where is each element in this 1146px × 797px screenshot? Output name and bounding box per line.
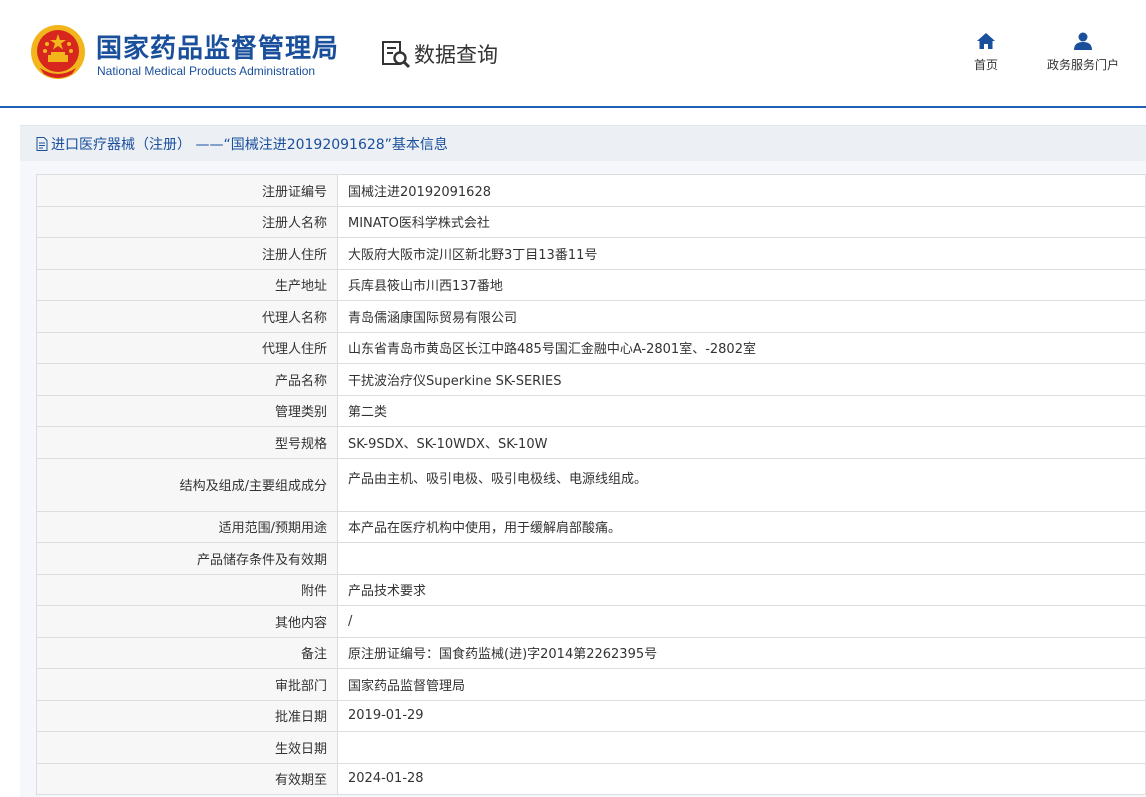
field-label: 附件 [36, 573, 338, 606]
table-row: 生产地址 兵库县筱山市川西137番地 [36, 268, 1146, 301]
field-value: / [337, 605, 1146, 638]
field-label: 生产地址 [36, 268, 338, 301]
document-icon [36, 136, 48, 151]
field-value: 兵库县筱山市川西137番地 [337, 268, 1146, 301]
national-emblem-icon[interactable] [30, 24, 86, 80]
field-label: 产品储存条件及有效期 [36, 542, 338, 575]
field-value: 2024-01-28 [337, 762, 1146, 795]
field-value: SK-9SDX、SK-10WDX、SK-10W [337, 426, 1146, 459]
field-label: 生效日期 [36, 731, 338, 764]
field-label: 适用范围/预期用途 [36, 510, 338, 543]
field-value: 大阪府大阪市淀川区新北野3丁目13番11号 [337, 237, 1146, 270]
field-value [337, 731, 1146, 764]
site-logo-subtitle[interactable]: National Medical Products Administration [97, 64, 315, 78]
field-label: 代理人住所 [36, 331, 338, 364]
field-label: 型号规格 [36, 426, 338, 459]
data-query-label: 数据查询 [414, 43, 498, 67]
table-row: 附件 产品技术要求 [36, 573, 1146, 606]
table-row: 产品储存条件及有效期 [36, 542, 1146, 575]
user-icon [1074, 32, 1092, 50]
site-logo-title[interactable]: 国家药品监督管理局 [96, 28, 339, 65]
detail-table: 注册证编号 国械注进20192091628 注册人名称 MINATO医科学株式会社 … [36, 174, 1146, 795]
page-title: 进口医疗器械（注册） ——“国械注进20192091628”基本信息 [51, 136, 448, 153]
field-label: 注册人住所 [36, 237, 338, 270]
field-value: 国家药品监督管理局 [337, 668, 1146, 701]
document-search-icon [382, 41, 411, 69]
table-row: 注册人住所 大阪府大阪市淀川区新北野3丁目13番11号 [36, 237, 1146, 270]
table-row: 代理人住所 山东省青岛市黄岛区长江中路485号国汇金融中心A-2801室、-280… [36, 331, 1146, 364]
nav-service-label: 政务服务门户 [1046, 58, 1119, 72]
field-label: 代理人名称 [36, 300, 338, 333]
table-row: 有效期至 2024-01-28 [36, 762, 1146, 795]
table-row: 审批部门 国家药品监督管理局 [36, 668, 1146, 701]
field-label: 结构及组成/主要组成成分 [36, 457, 338, 512]
field-label: 其他内容 [36, 605, 338, 638]
field-value: 原注册证编号：国食药监械(进)字2014第2262395号 [337, 636, 1146, 669]
field-label: 审批部门 [36, 668, 338, 701]
table-row: 管理类别 第二类 [36, 394, 1146, 427]
nav-service-portal[interactable]: 政务服务门户 [1038, 32, 1128, 73]
nav-home[interactable]: 首页 [966, 32, 1006, 73]
field-label: 有效期至 [36, 762, 338, 795]
field-value: 山东省青岛市黄岛区长江中路485号国汇金融中心A-2801室、-2802室 [337, 331, 1146, 364]
header-divider [0, 106, 1146, 108]
field-value: 产品由主机、吸引电极、吸引电极线、电源线组成。 [337, 457, 1146, 512]
nav-home-label: 首页 [973, 58, 998, 72]
table-row: 产品名称 干扰波治疗仪Superkine SK-SERIES [36, 363, 1146, 396]
table-row: 批准日期 2019-01-29 [36, 699, 1146, 732]
table-row: 其他内容 / [36, 605, 1146, 638]
table-row: 注册证编号 国械注进20192091628 [36, 174, 1146, 207]
table-row: 生效日期 [36, 731, 1146, 764]
field-value: 2019-01-29 [337, 699, 1146, 732]
page-title-bar: 进口医疗器械（注册） ——“国械注进20192091628”基本信息 [20, 125, 1146, 161]
field-value: 本产品在医疗机构中使用，用于缓解肩部酸痛。 [337, 510, 1146, 543]
data-query-link[interactable]: 数据查询 [380, 38, 498, 70]
field-label: 产品名称 [36, 363, 338, 396]
site-header: 国家药品监督管理局 National Medical Products Admi… [0, 0, 1146, 108]
field-label: 管理类别 [36, 394, 338, 427]
field-value: MINATO医科学株式会社 [337, 205, 1146, 238]
field-value [337, 542, 1146, 575]
home-icon [977, 33, 995, 49]
field-value: 干扰波治疗仪Superkine SK-SERIES [337, 363, 1146, 396]
table-row: 注册人名称 MINATO医科学株式会社 [36, 205, 1146, 238]
table-row: 代理人名称 青岛儒涵康国际贸易有限公司 [36, 300, 1146, 333]
field-value: 青岛儒涵康国际贸易有限公司 [337, 300, 1146, 333]
field-label: 注册人名称 [36, 205, 338, 238]
table-row: 结构及组成/主要组成成分 产品由主机、吸引电极、吸引电极线、电源线组成。 [36, 457, 1146, 512]
field-value: 第二类 [337, 394, 1146, 427]
table-row: 适用范围/预期用途 本产品在医疗机构中使用，用于缓解肩部酸痛。 [36, 510, 1146, 543]
field-label: 批准日期 [36, 699, 338, 732]
field-label: 备注 [36, 636, 338, 669]
table-row: 备注 原注册证编号：国食药监械(进)字2014第2262395号 [36, 636, 1146, 669]
field-label: 注册证编号 [36, 174, 338, 207]
field-value: 国械注进20192091628 [337, 174, 1146, 207]
field-value: 产品技术要求 [337, 573, 1146, 606]
table-row: 型号规格 SK-9SDX、SK-10WDX、SK-10W [36, 426, 1146, 459]
